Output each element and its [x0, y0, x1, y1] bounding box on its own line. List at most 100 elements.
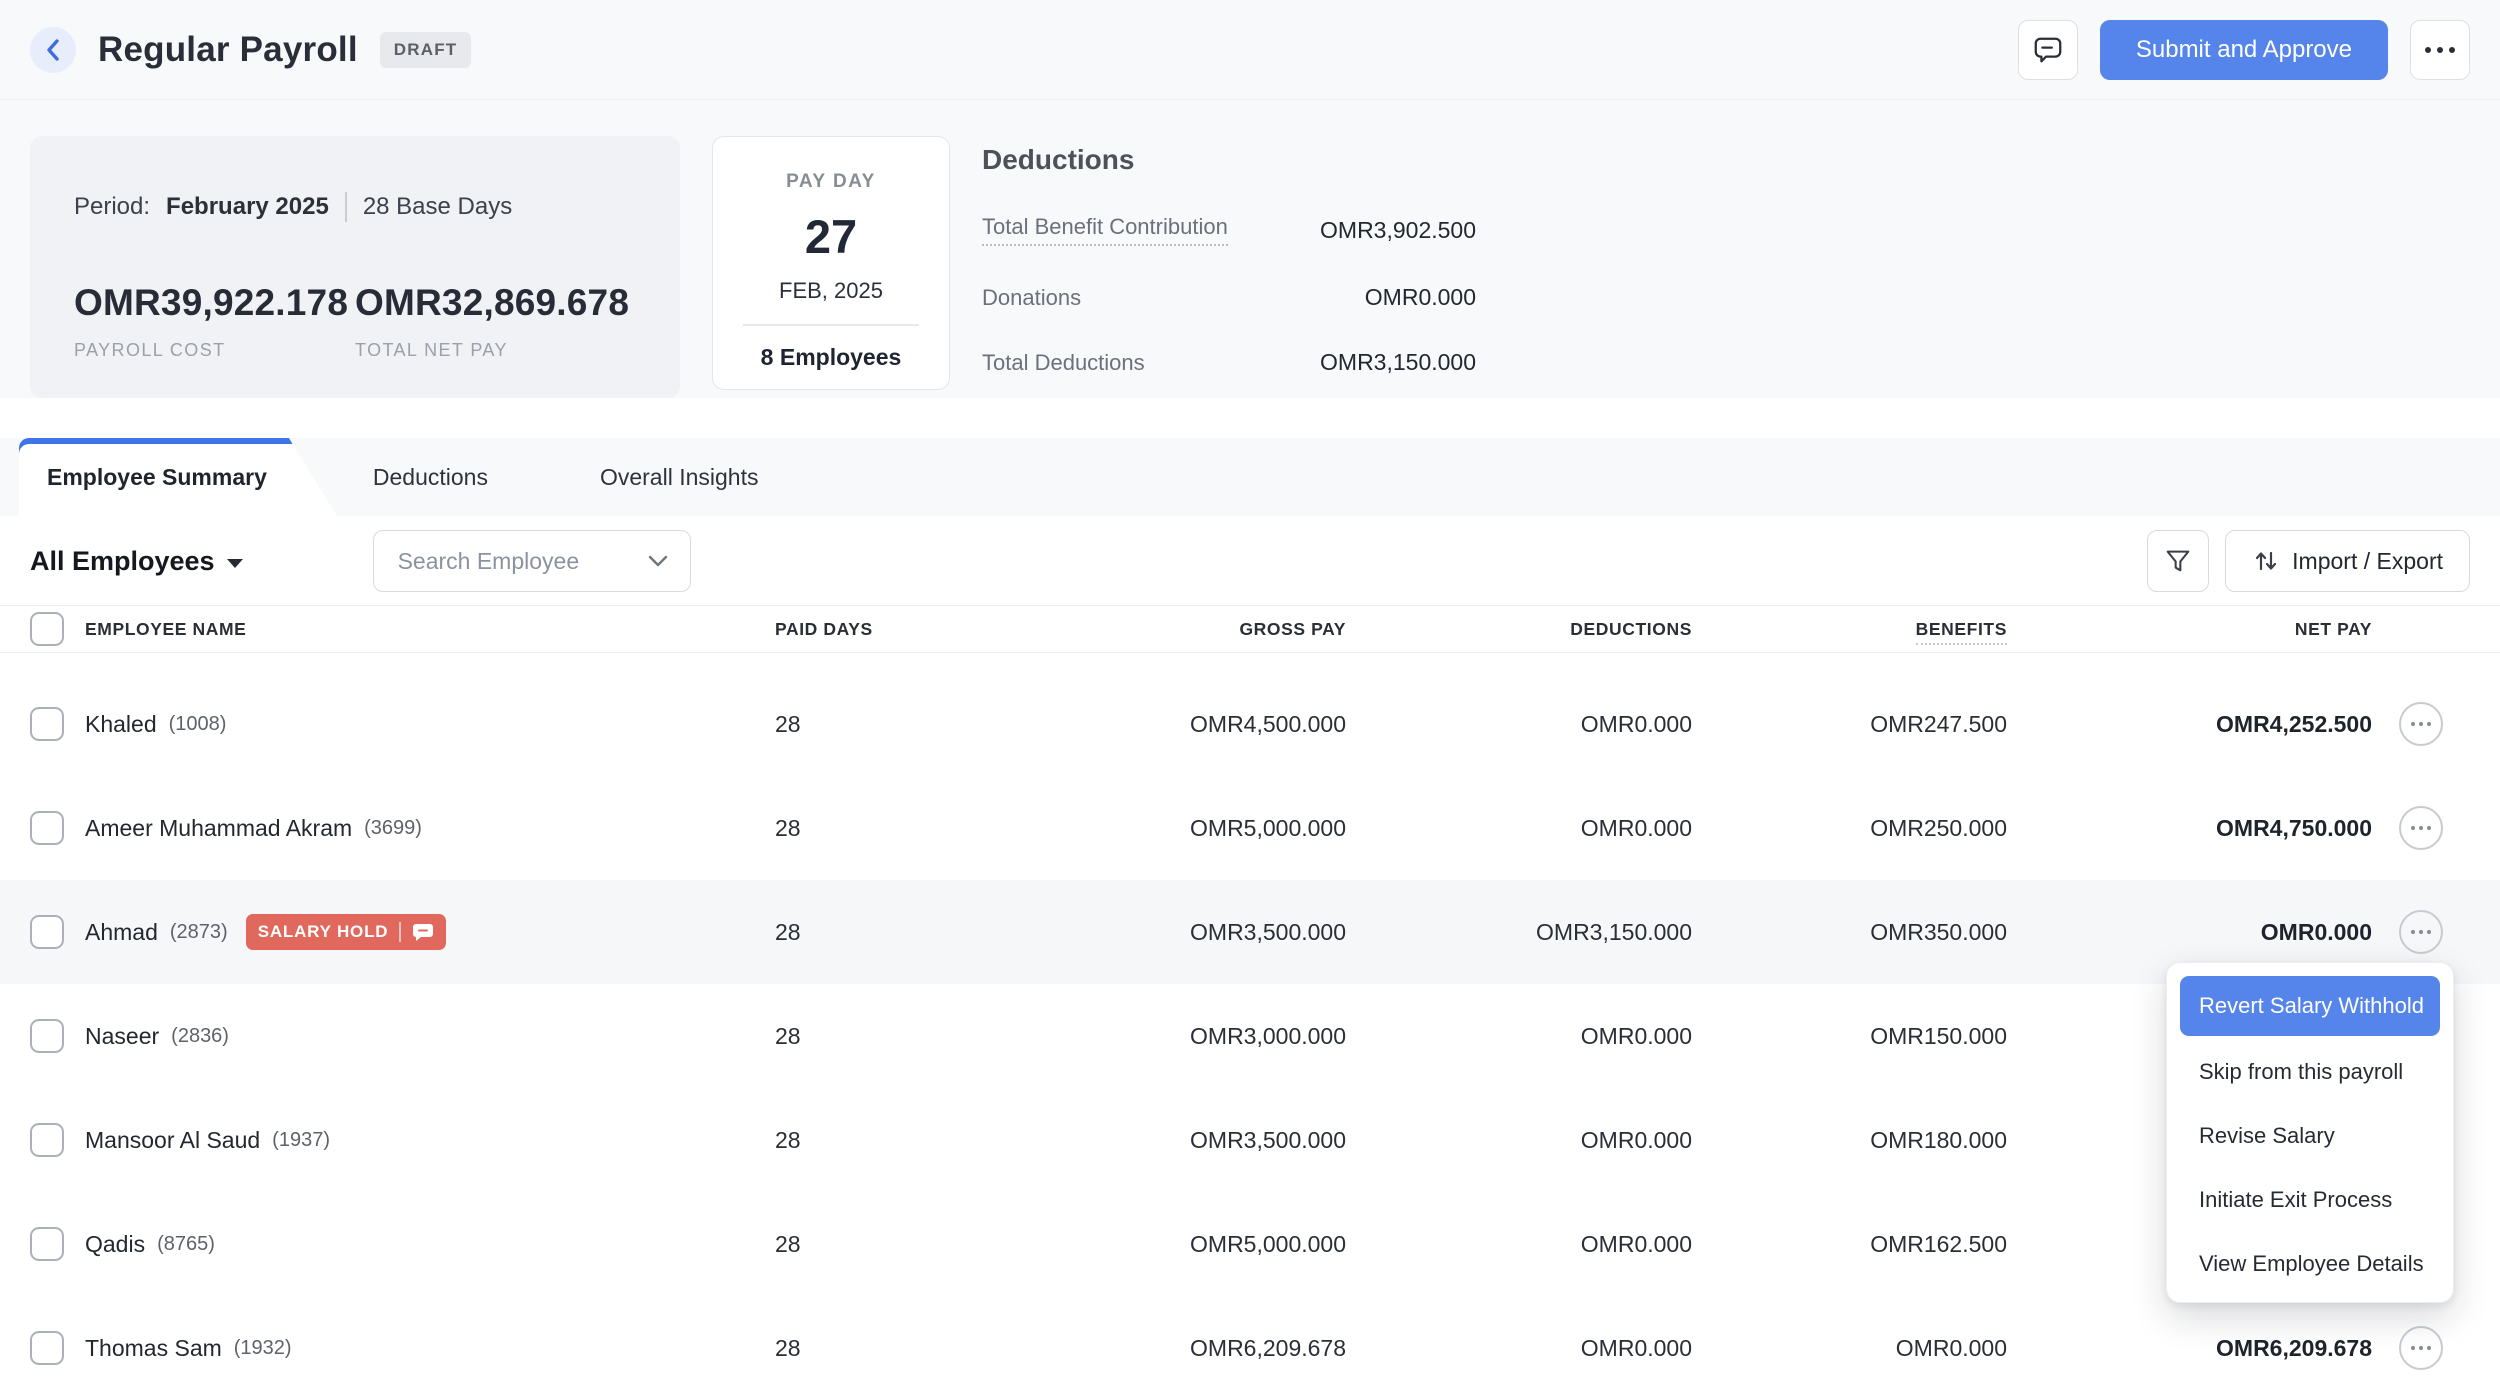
employee-id: (1932) — [234, 1337, 292, 1360]
row-menu-button[interactable] — [2399, 1326, 2443, 1370]
search-employee-placeholder: Search Employee — [398, 548, 580, 575]
table-row[interactable]: Mansoor Al Saud (1937) 28 OMR3,500.000 O… — [0, 1088, 2500, 1192]
paid-days-value: 28 — [775, 711, 880, 738]
total-net-pay-value: OMR32,869.678 — [355, 282, 636, 324]
column-net-pay[interactable]: NET PAY — [2007, 619, 2372, 640]
submit-and-approve-button[interactable]: Submit and Approve — [2100, 20, 2388, 80]
pay-day-label: PAY DAY — [786, 171, 876, 193]
back-button[interactable] — [30, 27, 76, 73]
row-menu-button[interactable] — [2399, 910, 2443, 954]
comments-button[interactable] — [2018, 20, 2078, 80]
employee-name[interactable]: Mansoor Al Saud — [85, 1127, 260, 1154]
table-row-salary-hold[interactable]: Ahmad (2873) SALARY HOLD 28 OMR3,500.000… — [0, 880, 2500, 984]
paid-days-value: 28 — [775, 1231, 880, 1258]
paid-days-value: 28 — [775, 1127, 880, 1154]
benefits-value: OMR0.000 — [1692, 1335, 2007, 1362]
page-title: Regular Payroll — [98, 30, 358, 70]
deduction-row: Total Deductions OMR3,150.000 — [982, 349, 1476, 376]
controls-right: Import / Export — [2147, 530, 2470, 592]
tab-employee-summary[interactable]: Employee Summary — [19, 438, 337, 516]
employee-filter-label: All Employees — [30, 546, 215, 577]
ellipsis-icon — [2425, 47, 2455, 53]
employee-id: (2873) — [170, 921, 228, 944]
row-checkbox[interactable] — [30, 1019, 64, 1053]
gross-pay-value: OMR3,500.000 — [880, 919, 1346, 946]
table-row[interactable]: Ameer Muhammad Akram (3699) 28 OMR5,000.… — [0, 776, 2500, 880]
deductions-value: OMR3,150.000 — [1346, 919, 1692, 946]
chevron-down-icon — [648, 555, 668, 567]
more-actions-button[interactable] — [2410, 20, 2470, 80]
tab-deductions[interactable]: Deductions — [337, 438, 524, 516]
row-checkbox[interactable] — [30, 1331, 64, 1365]
search-employee-select[interactable]: Search Employee — [373, 530, 691, 592]
gross-pay-value: OMR3,500.000 — [880, 1127, 1346, 1154]
deductions-title: Deductions — [982, 144, 1476, 176]
paid-days-value: 28 — [775, 1335, 880, 1362]
row-checkbox[interactable] — [30, 1227, 64, 1261]
payroll-cost-block: OMR39,922.178 PAYROLL COST — [74, 282, 355, 361]
benefits-value: OMR150.000 — [1692, 1023, 2007, 1050]
controls-left: All Employees Search Employee — [30, 530, 691, 592]
employee-id: (1937) — [272, 1129, 330, 1152]
total-benefit-contribution-label[interactable]: Total Benefit Contribution — [982, 214, 1228, 246]
employee-filter-dropdown[interactable]: All Employees — [30, 546, 243, 577]
salary-hold-label: SALARY HOLD — [258, 922, 389, 942]
benefits-value: OMR247.500 — [1692, 711, 2007, 738]
import-export-button[interactable]: Import / Export — [2225, 530, 2470, 592]
employee-name[interactable]: Khaled — [85, 711, 157, 738]
benefits-value: OMR250.000 — [1692, 815, 2007, 842]
menu-item-initiate-exit-process[interactable]: Initiate Exit Process — [2180, 1168, 2440, 1232]
employee-name[interactable]: Ameer Muhammad Akram — [85, 815, 352, 842]
total-deductions-value: OMR3,150.000 — [1320, 349, 1476, 376]
menu-item-revert-salary-withhold[interactable]: Revert Salary Withhold — [2180, 976, 2440, 1036]
caret-down-icon — [227, 559, 243, 568]
row-menu-button[interactable] — [2399, 702, 2443, 746]
divider — [345, 192, 347, 222]
benefits-value: OMR180.000 — [1692, 1127, 2007, 1154]
menu-item-view-employee-details[interactable]: View Employee Details — [2180, 1232, 2440, 1296]
tab-overall-insights[interactable]: Overall Insights — [564, 438, 795, 516]
row-checkbox[interactable] — [30, 1123, 64, 1157]
divider — [399, 922, 401, 942]
filter-button[interactable] — [2147, 530, 2209, 592]
table-row[interactable]: Thomas Sam (1932) 28 OMR6,209.678 OMR0.0… — [0, 1296, 2500, 1396]
top-bar: Regular Payroll DRAFT Submit and Approve — [0, 0, 2500, 100]
deductions-value: OMR0.000 — [1346, 815, 1692, 842]
column-employee-name[interactable]: EMPLOYEE NAME — [85, 619, 775, 640]
top-bar-actions: Submit and Approve — [2018, 20, 2470, 80]
table-header-row: EMPLOYEE NAME PAID DAYS GROSS PAY DEDUCT… — [0, 606, 2500, 653]
column-benefits[interactable]: BENEFITS — [1692, 619, 2007, 640]
total-deductions-label: Total Deductions — [982, 350, 1145, 376]
menu-item-revise-salary[interactable]: Revise Salary — [2180, 1104, 2440, 1168]
row-menu-button[interactable] — [2399, 806, 2443, 850]
column-gross-pay[interactable]: GROSS PAY — [880, 619, 1346, 640]
row-checkbox[interactable] — [30, 915, 64, 949]
select-all-checkbox[interactable] — [30, 612, 64, 646]
column-deductions[interactable]: DEDUCTIONS — [1346, 619, 1692, 640]
employee-name[interactable]: Qadis — [85, 1231, 145, 1258]
table-row[interactable]: Qadis (8765) 28 OMR5,000.000 OMR0.000 OM… — [0, 1192, 2500, 1296]
column-paid-days[interactable]: PAID DAYS — [775, 619, 880, 640]
salary-hold-badge[interactable]: SALARY HOLD — [246, 914, 447, 950]
period-label: Period: — [74, 193, 150, 221]
amounts: OMR39,922.178 PAYROLL COST OMR32,869.678… — [74, 282, 636, 361]
employee-name[interactable]: Naseer — [85, 1023, 159, 1050]
payroll-cost-value: OMR39,922.178 — [74, 282, 355, 324]
summary-section: Period: February 2025 28 Base Days OMR39… — [0, 100, 2500, 398]
employee-name[interactable]: Thomas Sam — [85, 1335, 222, 1362]
pay-day-number: 27 — [805, 209, 857, 264]
menu-item-skip-from-this-payroll[interactable]: Skip from this payroll — [2180, 1040, 2440, 1104]
employee-id: (8765) — [157, 1233, 215, 1256]
row-checkbox[interactable] — [30, 811, 64, 845]
gross-pay-value: OMR5,000.000 — [880, 1231, 1346, 1258]
paid-days-value: 28 — [775, 919, 880, 946]
table-row[interactable]: Khaled (1008) 28 OMR4,500.000 OMR0.000 O… — [0, 672, 2500, 776]
row-checkbox[interactable] — [30, 707, 64, 741]
pay-day-month: FEB, 2025 — [779, 278, 883, 304]
employee-name[interactable]: Ahmad — [85, 919, 158, 946]
base-days: 28 Base Days — [363, 193, 512, 221]
deductions-value: OMR0.000 — [1346, 1231, 1692, 1258]
top-bar-left: Regular Payroll DRAFT — [30, 27, 471, 73]
total-net-pay-block: OMR32,869.678 TOTAL NET PAY — [355, 282, 636, 361]
table-row[interactable]: Naseer (2836) 28 OMR3,000.000 OMR0.000 O… — [0, 984, 2500, 1088]
